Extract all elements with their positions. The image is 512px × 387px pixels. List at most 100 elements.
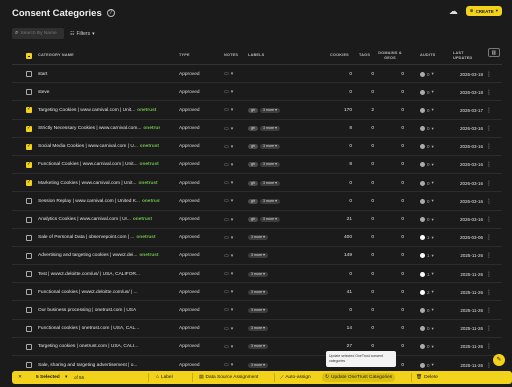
chevron-down-icon[interactable]: ▾ xyxy=(231,180,234,186)
row-checkbox[interactable] xyxy=(26,216,32,223)
note-icon[interactable]: ▭ xyxy=(224,344,229,350)
more-options-icon[interactable]: ⋮ xyxy=(486,229,492,247)
header-notes[interactable]: NOTES xyxy=(224,53,238,58)
category-name[interactable]: Sale of Personal Data | observepoint.com… xyxy=(38,235,134,240)
row-checkbox[interactable] xyxy=(26,89,32,96)
table-row[interactable]: Targeting Cookies | www.carnival.com | U… xyxy=(12,101,502,120)
more-options-icon[interactable]: ⋮ xyxy=(486,138,492,156)
category-name[interactable]: Advertising and targeting cookies | www2… xyxy=(38,253,137,258)
note-icon[interactable]: ▭ xyxy=(224,235,229,241)
selected-count[interactable]: 5 Selected xyxy=(36,371,60,384)
note-icon[interactable]: ▭ xyxy=(224,217,229,223)
more-labels-chip[interactable]: 3 more ▾ xyxy=(260,107,280,113)
category-name-cell[interactable]: Strictly Necessary Cookies | www.carniva… xyxy=(38,120,160,138)
category-name[interactable]: Marketing Cookies | www.carnival.com | U… xyxy=(38,181,136,186)
category-name[interactable]: Targeting cookies | onetrust.com | USA, … xyxy=(38,344,138,349)
row-checkbox[interactable] xyxy=(26,343,32,350)
audits-cell[interactable]: 2 ▾ xyxy=(420,283,442,301)
category-name-cell[interactable]: Advertising and targeting cookies | www2… xyxy=(38,247,160,265)
chevron-down-icon[interactable]: ▾ xyxy=(231,217,234,223)
chevron-down-icon[interactable]: ▾ xyxy=(231,307,234,313)
more-labels-chip[interactable]: 3 more ▾ xyxy=(248,235,268,241)
notes-cell[interactable]: ▭ ▾ xyxy=(224,320,244,338)
header-labels[interactable]: LABELS xyxy=(248,53,264,58)
chevron-down-icon[interactable]: ▾ xyxy=(231,326,234,332)
more-options-icon[interactable]: ⋮ xyxy=(486,283,492,301)
header-cookies[interactable]: COOKIES xyxy=(330,53,349,58)
table-row[interactable]: Functional cookies | onetrust.com | USA,… xyxy=(12,320,502,338)
note-icon[interactable]: ▭ xyxy=(224,144,229,150)
chevron-down-icon[interactable]: ▾ xyxy=(231,89,234,95)
category-name[interactable]: Session Replay | www.carnival.com | Unit… xyxy=(38,199,140,204)
more-labels-chip[interactable]: 3 more ▾ xyxy=(248,253,268,259)
more-options-icon[interactable]: ⋮ xyxy=(486,192,492,210)
table-row[interactable]: Advertising and targeting cookies | www2… xyxy=(12,247,502,266)
row-checkbox[interactable] xyxy=(26,362,32,368)
notes-cell[interactable]: ▭ ▾ xyxy=(224,138,244,156)
more-labels-chip[interactable]: 3 more ▾ xyxy=(248,289,268,295)
table-row[interactable]: Functional Cookies | www.carnival.com | … xyxy=(12,156,502,175)
category-name-cell[interactable]: Session Replay | www.carnival.com | Unit… xyxy=(38,192,160,210)
notes-cell[interactable]: ▭ ▾ xyxy=(224,101,244,119)
more-options-icon[interactable]: ⋮ xyxy=(486,338,492,356)
note-icon[interactable]: ▭ xyxy=(224,107,229,113)
row-checkbox[interactable] xyxy=(26,289,32,296)
more-labels-chip[interactable]: 3 more ▾ xyxy=(260,198,280,204)
category-name[interactable]: Targeting Cookies | www.carnival.com | U… xyxy=(38,108,135,113)
row-checkbox[interactable] xyxy=(26,325,32,332)
notes-cell[interactable]: ▭ ▾ xyxy=(224,265,244,283)
audits-cell[interactable]: 0 ▾ xyxy=(420,320,442,338)
audits-cell[interactable]: 0 ▾ xyxy=(420,211,442,229)
more-labels-chip[interactable]: 3 more ▾ xyxy=(248,344,268,350)
filters-button[interactable]: ☷ Filters ▾ xyxy=(70,31,95,37)
row-checkbox[interactable] xyxy=(26,179,32,187)
chevron-down-icon[interactable]: ▾ xyxy=(231,198,234,204)
audits-cell[interactable]: 0 ▾ xyxy=(420,301,442,319)
header-name[interactable]: CATEGORY NAME xyxy=(38,53,74,58)
label-button[interactable]: ⌂ Label xyxy=(156,371,173,384)
note-icon[interactable]: ▭ xyxy=(224,89,229,95)
data-source-button[interactable]: ▤ Data Source Assignment xyxy=(199,371,258,384)
more-labels-chip[interactable]: 3 more ▾ xyxy=(260,180,280,186)
row-checkbox[interactable] xyxy=(26,125,32,132)
header-audits[interactable]: AUDITS xyxy=(420,53,435,58)
category-name-cell[interactable]: Targeting Cookies | www.carnival.com | U… xyxy=(38,101,160,119)
category-name[interactable]: Test | www2.deloitte.com/us/ | USA, CALI… xyxy=(38,272,140,277)
category-name-cell[interactable]: Functional cookies | www2.deloitte.com/u… xyxy=(38,283,160,301)
note-icon[interactable]: ▭ xyxy=(224,253,229,259)
category-name[interactable]: steve xyxy=(38,90,49,95)
more-options-icon[interactable]: ⋮ xyxy=(486,247,492,265)
more-labels-chip[interactable]: 3 more ▾ xyxy=(248,307,268,313)
more-labels-chip[interactable]: 3 more ▾ xyxy=(248,271,268,277)
row-checkbox[interactable] xyxy=(26,143,32,150)
audits-cell[interactable]: 0 ▾ xyxy=(420,192,442,210)
chevron-down-icon[interactable]: ▾ xyxy=(65,371,67,384)
more-labels-chip[interactable]: 3 more ▾ xyxy=(260,144,280,150)
audits-cell[interactable]: 0 ▾ xyxy=(420,138,442,156)
table-row[interactable]: Marketing Cookies | www.carnival.com | U… xyxy=(12,174,502,193)
chevron-down-icon[interactable]: ▾ xyxy=(231,271,234,277)
table-row[interactable]: Test | www2.deloitte.com/us/ | USA, CALI… xyxy=(12,265,502,284)
category-name-cell[interactable]: Analytics Cookies | www.carnival.com | U… xyxy=(38,211,160,229)
category-name[interactable]: Social Media Cookies | www.carnival.com … xyxy=(38,144,138,149)
close-selection-icon[interactable]: ✕ xyxy=(18,371,22,384)
more-options-icon[interactable]: ⋮ xyxy=(486,320,492,338)
table-row[interactable]: start Approved ▭ ▾ 0 0 0 0 ▾ 2026-03-18 … xyxy=(12,65,502,84)
audits-cell[interactable]: 0 ▾ xyxy=(420,338,442,356)
more-options-icon[interactable]: ⋮ xyxy=(486,101,492,119)
auto-assign-button[interactable]: ⟋ Auto-assign xyxy=(280,371,311,384)
row-checkbox[interactable] xyxy=(26,198,32,205)
notes-cell[interactable]: ▭ ▾ xyxy=(224,120,244,138)
row-checkbox[interactable] xyxy=(26,234,32,241)
category-name-cell[interactable]: start xyxy=(38,65,160,83)
note-icon[interactable]: ▭ xyxy=(224,162,229,168)
category-name[interactable]: Our business processing | onetrust.com |… xyxy=(38,308,136,313)
category-name-cell[interactable]: Social Media Cookies | www.carnival.com … xyxy=(38,138,160,156)
category-name-cell[interactable]: Functional cookies | onetrust.com | USA,… xyxy=(38,320,160,338)
more-options-icon[interactable]: ⋮ xyxy=(486,83,492,101)
audits-cell[interactable]: 1 ▾ xyxy=(420,229,442,247)
category-name-cell[interactable]: steve xyxy=(38,83,160,101)
more-labels-chip[interactable]: 3 more ▾ xyxy=(248,362,268,368)
more-labels-chip[interactable]: 3 more ▾ xyxy=(260,162,280,168)
notes-cell[interactable]: ▭ ▾ xyxy=(224,192,244,210)
